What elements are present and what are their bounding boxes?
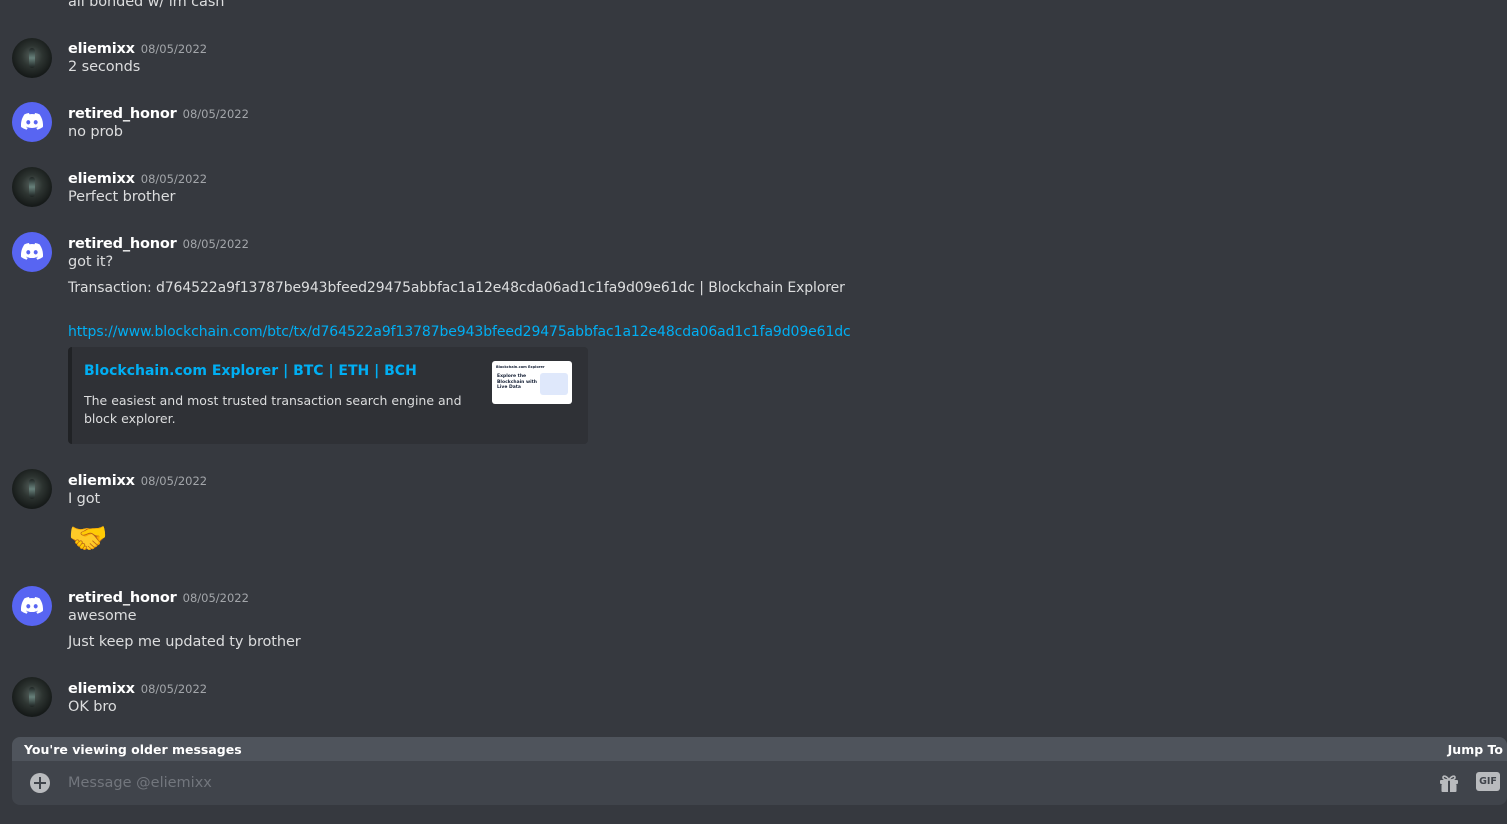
message-text: Perfect brother [68,189,176,205]
avatar[interactable] [12,232,52,272]
message-text: got it? [68,254,114,270]
message-text: I got [68,491,101,507]
timestamp: 08/05/2022 [182,237,249,251]
username[interactable]: eliemixx [68,41,135,57]
embed-title[interactable]: Blockchain.com Explorer | BTC | ETH | BC… [84,363,417,379]
timestamp: 08/05/2022 [140,42,208,56]
timestamp: 08/05/2022 [182,107,249,121]
avatar[interactable] [12,167,52,207]
chat-messages: all bonded w/ im cash eliemixx 08/05/2022… [0,0,1507,824]
link-embed: Blockchain.com Explorer | BTC | ETH | BC… [68,347,588,444]
message-text: Transaction: d764522a9f13787be943bfeed29… [68,280,845,296]
message-text: Just keep me updated ty brother [68,634,301,650]
avatar[interactable] [12,38,52,78]
message-text: all bonded w/ im cash [68,0,225,10]
jump-to-present-button[interactable]: Jump To [1448,742,1503,757]
username[interactable]: eliemixx [68,171,135,187]
username[interactable]: retired_honor [68,106,177,122]
username[interactable]: eliemixx [68,473,135,489]
message-text: no prob [68,124,123,140]
message-text: awesome [68,608,137,624]
discord-logo-icon [21,243,43,260]
older-messages-banner: You're viewing older messages Jump To [12,737,1507,763]
handshake-emoji[interactable]: 🤝 [68,520,108,556]
embed-thumbnail[interactable]: Blockchain.com Explorer Explore the Bloc… [492,361,572,404]
gift-icon[interactable] [1437,771,1461,795]
avatar[interactable] [12,469,52,509]
timestamp: 08/05/2022 [140,682,208,696]
discord-logo-icon [21,597,43,614]
timestamp: 08/05/2022 [182,591,249,605]
message-text: 2 seconds [68,59,141,75]
older-messages-text: You're viewing older messages [24,742,242,757]
thumbnail-brand: Blockchain.com Explorer [496,365,545,369]
embed-description: The easiest and most trusted transaction… [84,393,462,426]
avatar[interactable] [12,586,52,626]
thumbnail-art [540,373,568,395]
username[interactable]: retired_honor [68,590,177,606]
plus-circle-icon[interactable] [30,773,50,793]
discord-logo-icon [21,113,43,130]
gif-icon[interactable]: GIF [1476,772,1500,791]
timestamp: 08/05/2022 [140,474,208,488]
thumbnail-text: Explore the Blockchain with Live Data [497,374,537,390]
message-composer: GIF [12,761,1507,805]
username[interactable]: eliemixx [68,681,135,697]
message-text: OK bro [68,699,117,715]
transaction-link[interactable]: https://www.blockchain.com/btc/tx/d76452… [68,324,851,340]
username[interactable]: retired_honor [68,236,177,252]
avatar[interactable] [12,102,52,142]
message-input[interactable] [68,771,1368,795]
timestamp: 08/05/2022 [140,172,208,186]
avatar[interactable] [12,677,52,717]
